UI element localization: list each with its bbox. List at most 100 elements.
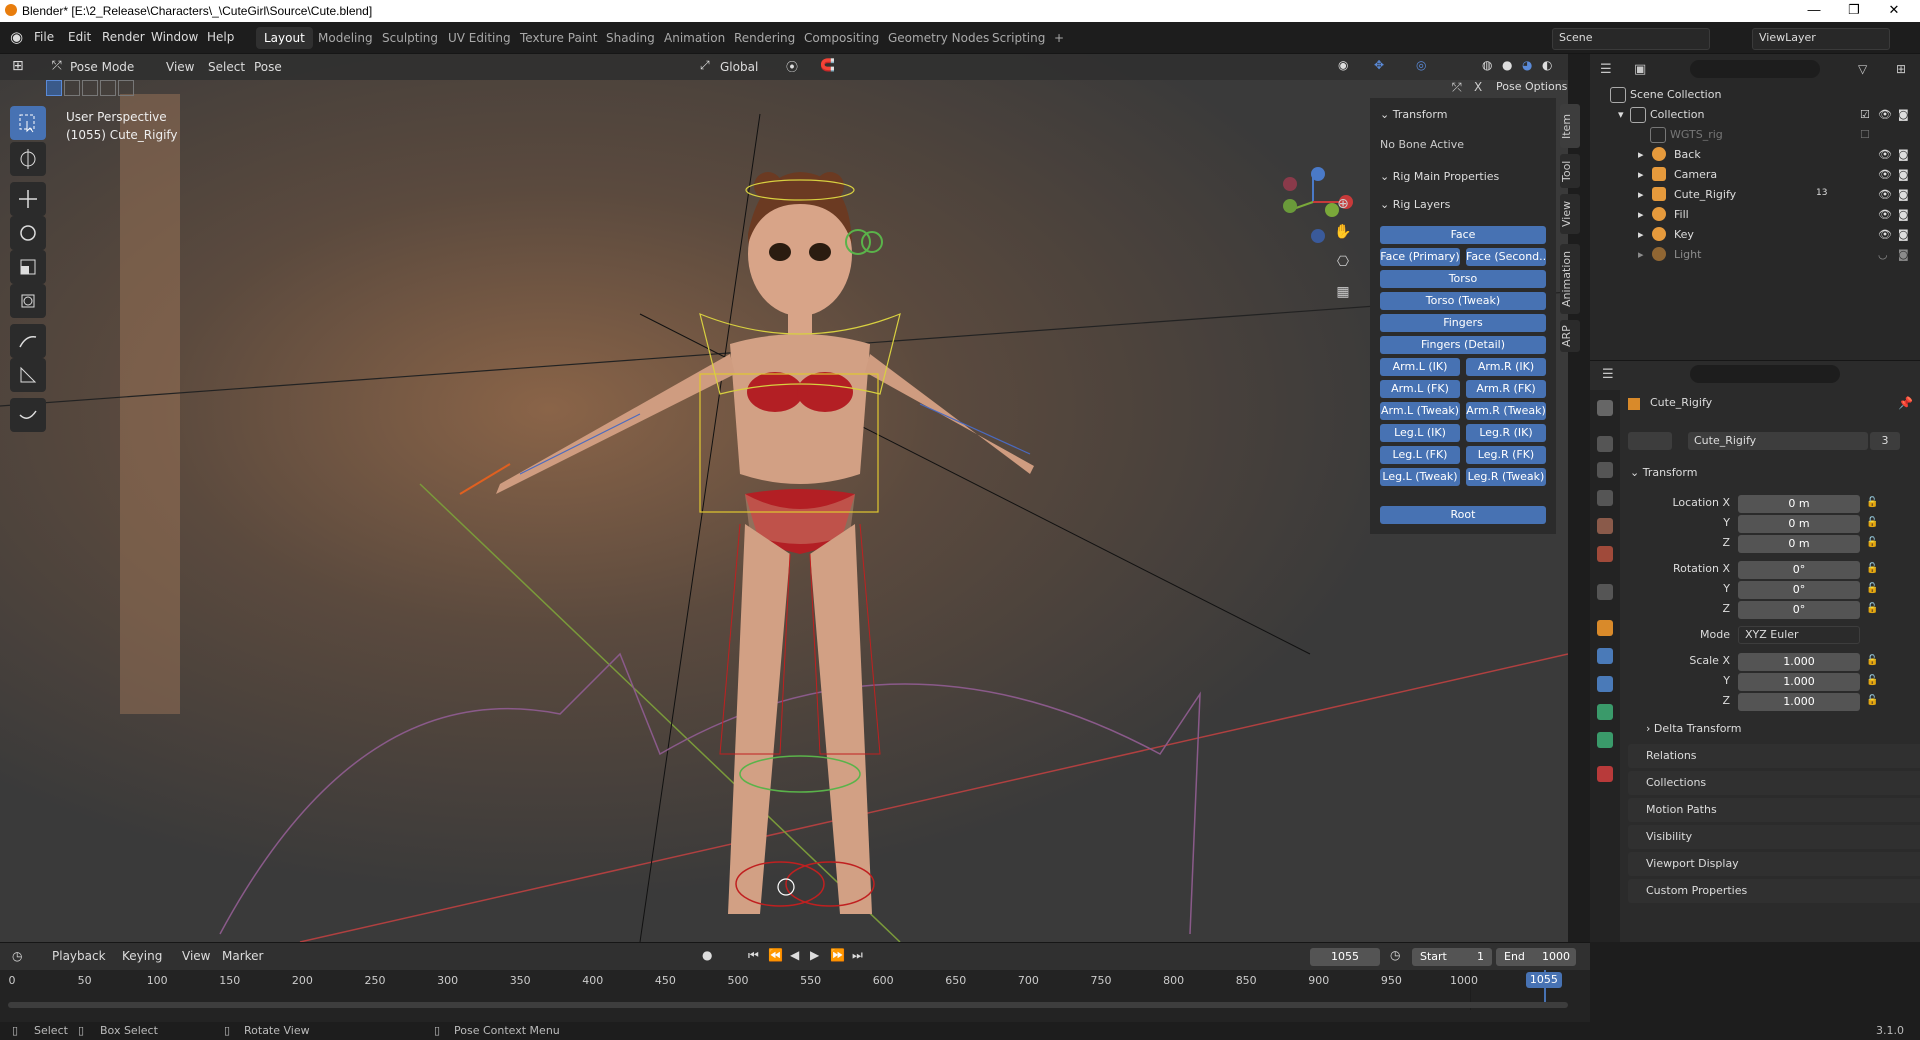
rig-main-properties-header[interactable]: ⌄ Rig Main Properties: [1380, 170, 1499, 183]
outliner-row-key[interactable]: ▸ Key 👁 ◙: [1590, 224, 1920, 244]
rig-layer-arm-r-ik[interactable]: Arm.R (IK): [1466, 358, 1546, 376]
camera-render-icon[interactable]: ◙: [1898, 188, 1909, 201]
rig-layer-arm-l-tweak[interactable]: Arm.L (Tweak): [1380, 402, 1460, 420]
frame-ruler[interactable]: 0 50 100 150 200 250 300 350 400 450 500 550 600 650 7…: [0, 970, 1590, 990]
tab-shading[interactable]: Shading: [598, 27, 663, 49]
rig-layer-arm-r-fk[interactable]: Arm.R (FK): [1466, 380, 1546, 398]
prev-keyframe-icon[interactable]: ⏪: [768, 948, 783, 962]
annotate-tool[interactable]: [10, 324, 46, 358]
camera-render-icon[interactable]: ◙: [1898, 228, 1909, 241]
rig-layer-torso-tweak[interactable]: Torso (Tweak): [1380, 292, 1546, 310]
rig-layer-leg-r-fk[interactable]: Leg.R (FK): [1466, 446, 1546, 464]
location-z-field[interactable]: 0 m: [1738, 535, 1860, 553]
editor-type-icon[interactable]: ⊞: [12, 58, 24, 74]
select-extend-icon[interactable]: [64, 80, 80, 96]
gizmo-icon[interactable]: ✥: [1374, 58, 1384, 72]
object-browse-button[interactable]: [1628, 432, 1672, 450]
menu-file[interactable]: File: [34, 30, 54, 44]
bone-tool[interactable]: [10, 398, 46, 432]
scale-y-field[interactable]: 1.000: [1738, 673, 1860, 691]
viewlayer-selector[interactable]: ViewLayer: [1752, 28, 1890, 50]
start-frame-field[interactable]: Start 1: [1412, 948, 1492, 966]
select-invert-icon[interactable]: [100, 80, 116, 96]
camera-render-icon[interactable]: ◙: [1898, 148, 1909, 161]
tab-item[interactable]: Item: [1560, 104, 1580, 148]
menu-render[interactable]: Render: [102, 30, 145, 44]
lock-icon[interactable]: 🔓: [1866, 675, 1878, 687]
filter-icon[interactable]: ▽: [1858, 62, 1867, 76]
object-tab-icon[interactable]: [1597, 620, 1613, 636]
lock-icon[interactable]: 🔓: [1866, 497, 1878, 509]
visibility-icon[interactable]: ◉: [1338, 58, 1348, 72]
menu-select[interactable]: Select: [208, 60, 245, 74]
play-icon[interactable]: ▶: [810, 948, 819, 962]
outliner-row-wgts-rig[interactable]: WGTS_rig ☐: [1590, 124, 1920, 144]
lock-icon[interactable]: 🔓: [1866, 517, 1878, 529]
checkbox-icon[interactable]: ☑: [1860, 108, 1870, 121]
zoom-icon[interactable]: ⊕: [1332, 196, 1354, 218]
scale-x-field[interactable]: 1.000: [1738, 653, 1860, 671]
eye-icon[interactable]: 👁: [1878, 188, 1892, 201]
eye-icon[interactable]: 👁: [1878, 108, 1892, 121]
view-layer-tab-icon[interactable]: [1597, 490, 1613, 506]
scene-tab-icon[interactable]: [1597, 518, 1613, 534]
scale-z-field[interactable]: 1.000: [1738, 693, 1860, 711]
outliner-row-fill[interactable]: ▸ Fill 👁 ◙: [1590, 204, 1920, 224]
menu-view[interactable]: View: [166, 60, 194, 74]
tool-tab-icon[interactable]: [1597, 400, 1613, 416]
outliner-row-light[interactable]: ▸ Light ◡ ◙: [1590, 244, 1920, 264]
add-workspace-button[interactable]: +: [1046, 27, 1072, 49]
end-frame-field[interactable]: End 1000: [1496, 948, 1576, 966]
menu-keying[interactable]: Keying: [122, 949, 162, 963]
select-box-tool[interactable]: [10, 106, 46, 140]
current-frame-field[interactable]: 1055: [1310, 948, 1380, 966]
auto-key-record-icon[interactable]: ●: [702, 948, 712, 962]
scale-tool[interactable]: [10, 250, 46, 284]
outliner-row-camera[interactable]: ▸ Camera 👁 ◙: [1590, 164, 1920, 184]
timeline-scrollbar[interactable]: [8, 1002, 1568, 1008]
camera-view-icon[interactable]: ⎔: [1332, 254, 1354, 276]
snap-icon[interactable]: 🧲: [820, 58, 835, 72]
select-mode-group[interactable]: [44, 80, 140, 96]
timeline[interactable]: 0 50 100 150 200 250 300 350 400 450 500 550 600 650 7…: [0, 970, 1590, 1022]
constraints-tab-icon[interactable]: [1597, 704, 1613, 720]
rig-layer-leg-l-tweak[interactable]: Leg.L (Tweak): [1380, 468, 1460, 486]
menu-window[interactable]: Window: [151, 30, 198, 44]
tab-texture-paint[interactable]: Texture Paint: [512, 27, 605, 49]
rig-layer-leg-r-ik[interactable]: Leg.R (IK): [1466, 424, 1546, 442]
rig-layer-leg-l-fk[interactable]: Leg.L (FK): [1380, 446, 1460, 464]
rig-layer-root[interactable]: Root: [1380, 506, 1546, 524]
mirror-x-icon[interactable]: X: [1474, 80, 1482, 94]
eye-icon[interactable]: 👁: [1878, 148, 1892, 161]
lock-icon[interactable]: 🔓: [1866, 537, 1878, 549]
outliner-display-mode-icon[interactable]: ☰: [1600, 62, 1612, 77]
menu-help[interactable]: Help: [207, 30, 234, 44]
eye-icon[interactable]: 👁: [1878, 168, 1892, 181]
select-subtract-icon[interactable]: [82, 80, 98, 96]
rotation-x-field[interactable]: 0°: [1738, 561, 1860, 579]
camera-render-icon[interactable]: ◙: [1898, 248, 1909, 261]
pose-options-menu[interactable]: Pose Options: [1496, 80, 1567, 93]
perspective-grid-icon[interactable]: ▦: [1332, 284, 1354, 306]
outliner-row-cute-rigify[interactable]: ▸ Cute_Rigify 13 👁 ◙: [1590, 184, 1920, 204]
expand-arrow-icon[interactable]: ▸: [1638, 208, 1644, 221]
tab-rendering[interactable]: Rendering: [726, 27, 803, 49]
transform-section-header[interactable]: ⌄ Transform: [1630, 466, 1697, 479]
user-count[interactable]: 3: [1870, 432, 1900, 450]
outliner-row-scene-collection[interactable]: Scene Collection: [1590, 84, 1920, 104]
tab-modeling[interactable]: Modeling: [310, 27, 381, 49]
tab-layout[interactable]: Layout: [256, 27, 313, 49]
tab-sculpting[interactable]: Sculpting: [374, 27, 446, 49]
texture-tab-icon[interactable]: [1597, 766, 1613, 782]
shading-material-icon[interactable]: ◕: [1522, 58, 1532, 72]
timeline-editor-type-icon[interactable]: ◷: [12, 949, 22, 963]
rig-layer-fingers-detail[interactable]: Fingers (Detail): [1380, 336, 1546, 354]
eye-closed-icon[interactable]: ◡: [1878, 248, 1888, 261]
pin-icon[interactable]: 📌: [1898, 396, 1913, 410]
section-collections[interactable]: Collections: [1628, 771, 1920, 795]
expand-arrow-icon[interactable]: ▸: [1638, 168, 1644, 181]
outliner-view-icon[interactable]: ▣: [1634, 62, 1646, 77]
select-intersect-icon[interactable]: [118, 80, 134, 96]
collection-tab-icon[interactable]: [1597, 584, 1613, 600]
orientation-selector[interactable]: Global: [720, 60, 758, 74]
